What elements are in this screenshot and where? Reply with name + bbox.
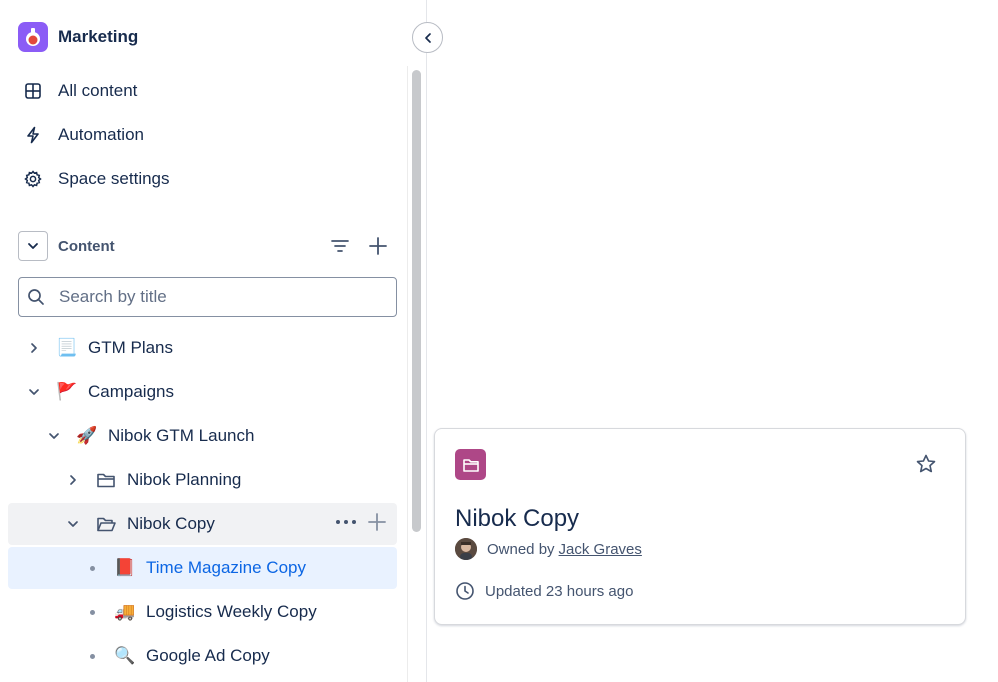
nav-all-content[interactable]: All content: [22, 79, 137, 103]
lightning-icon: [22, 124, 44, 146]
folder-open-icon: [95, 513, 117, 535]
truck-emoji-icon: 🚚: [114, 602, 136, 621]
content-section-title: Content: [58, 237, 115, 255]
folder-hover-card[interactable]: Nibok Copy Owned by Jack Graves Updated …: [434, 428, 966, 625]
card-owner-line: Owned by Jack Graves: [455, 538, 642, 560]
nav-label: Space settings: [58, 169, 170, 188]
owned-by-label: Owned by: [487, 540, 555, 558]
nav-space-settings[interactable]: Space settings: [22, 167, 170, 191]
tree-item-gtm-plans[interactable]: 📃 GTM Plans: [8, 327, 397, 369]
search-icon: [27, 288, 45, 306]
clock-icon: [455, 581, 475, 601]
tree-item-nibok-copy[interactable]: Nibok Copy: [8, 503, 397, 545]
collapse-sidebar-button[interactable]: [412, 22, 443, 53]
updated-text: Updated 23 hours ago: [485, 582, 634, 600]
search-input[interactable]: [59, 287, 379, 307]
tree-item-label: Nibok Copy: [127, 514, 215, 533]
content-section-header: Content: [18, 231, 398, 261]
sidebar-scrollbar-thumb[interactable]: [412, 70, 421, 532]
more-actions-icon[interactable]: [335, 519, 357, 525]
magnifier-emoji-icon: 🔍: [114, 646, 136, 665]
chevron-left-icon: [424, 32, 431, 43]
card-title: Nibok Copy: [455, 505, 580, 532]
tree-item-time-magazine-copy[interactable]: 📕 Time Magazine Copy: [8, 547, 397, 589]
chevron-down-icon: [28, 243, 38, 249]
rocket-emoji-icon: 🚀: [76, 426, 98, 445]
star-icon[interactable]: [915, 453, 937, 480]
space-logo: [18, 22, 48, 52]
gear-icon: [22, 168, 44, 190]
tree-item-campaigns[interactable]: 🚩 Campaigns: [8, 371, 397, 413]
nav-automation[interactable]: Automation: [22, 123, 144, 147]
nav-label: Automation: [58, 125, 144, 144]
content-collapse-toggle[interactable]: [18, 231, 48, 261]
tree-item-label: Logistics Weekly Copy: [146, 602, 317, 621]
book-emoji-icon: 📕: [114, 558, 136, 577]
add-icon[interactable]: [366, 234, 390, 258]
owner-link[interactable]: Jack Graves: [559, 541, 642, 558]
folder-icon: [95, 469, 117, 491]
flag-emoji-icon: 🚩: [56, 382, 78, 401]
nav-label: All content: [58, 81, 138, 100]
chevron-down-icon[interactable]: [44, 426, 64, 446]
card-updated-line: Updated 23 hours ago: [455, 581, 633, 601]
chevron-down-icon[interactable]: [24, 382, 44, 402]
tree-item-label: Campaigns: [88, 382, 174, 401]
bullet-icon: [82, 602, 102, 622]
page-emoji-icon: 📃: [56, 338, 78, 357]
filter-icon[interactable]: [328, 234, 352, 258]
tree-item-label: Google Ad Copy: [146, 646, 270, 665]
tree-item-label: Nibok GTM Launch: [108, 426, 255, 445]
search-box[interactable]: [18, 277, 397, 317]
add-child-icon[interactable]: [367, 512, 387, 532]
grid-icon: [22, 80, 44, 102]
folder-badge-icon: [455, 449, 486, 480]
tree-item-label: Nibok Planning: [127, 470, 242, 489]
tree-item-google-ad-copy[interactable]: 🔍 Google Ad Copy: [8, 635, 397, 677]
avatar: [455, 538, 477, 560]
tree-item-logistics-weekly-copy[interactable]: 🚚 Logistics Weekly Copy: [8, 591, 397, 633]
chevron-down-icon[interactable]: [63, 514, 83, 534]
tree-item-nibok-planning[interactable]: Nibok Planning: [8, 459, 397, 501]
sidebar: Marketing All content Automation Space s…: [0, 0, 410, 682]
bullet-icon: [82, 646, 102, 666]
chevron-right-icon[interactable]: [63, 470, 83, 490]
space-header[interactable]: Marketing: [18, 22, 138, 52]
sidebar-divider[interactable]: [426, 0, 427, 682]
tree-item-label: GTM Plans: [88, 338, 174, 357]
bullet-icon: [82, 558, 102, 578]
tree-item-nibok-gtm-launch[interactable]: 🚀 Nibok GTM Launch: [8, 415, 397, 457]
chevron-right-icon[interactable]: [24, 338, 44, 358]
space-name: Marketing: [58, 27, 139, 46]
tree-item-label: Time Magazine Copy: [146, 558, 306, 577]
